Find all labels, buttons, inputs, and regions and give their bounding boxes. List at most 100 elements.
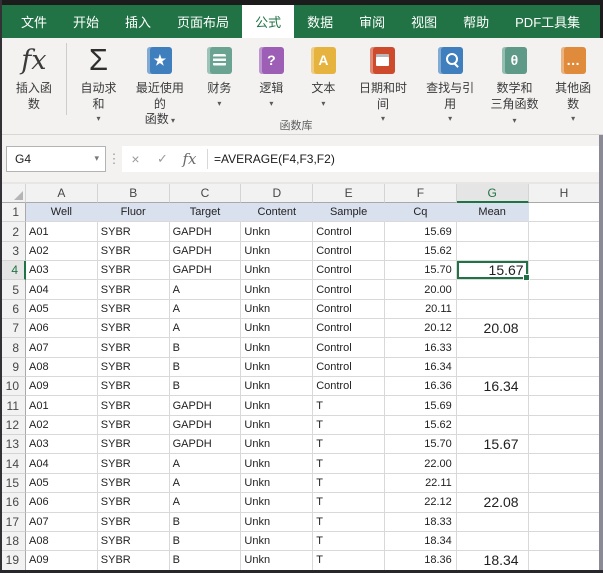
cell-C5[interactable]: A <box>169 280 242 300</box>
logical-button[interactable]: ? 逻辑 ▾ <box>245 41 297 109</box>
tab-PDF工具集[interactable]: PDF工具集 <box>502 5 593 38</box>
cell-H8[interactable] <box>528 338 599 358</box>
cell-B11[interactable]: SYBR <box>97 396 170 416</box>
cell-D13[interactable]: Unkn <box>241 435 314 455</box>
cell-B3[interactable]: SYBR <box>97 241 170 262</box>
cell-C9[interactable]: B <box>169 357 242 378</box>
cell-A15[interactable]: A05 <box>26 473 98 494</box>
cell-C12[interactable]: GAPDH <box>169 415 242 436</box>
cell-C8[interactable]: B <box>169 338 242 358</box>
cell-A16[interactable]: A06 <box>26 493 98 513</box>
cell-C19[interactable]: B <box>169 551 242 571</box>
cell-D8[interactable]: Unkn <box>241 338 314 358</box>
autosum-button[interactable]: Σ 自动求和 ▾ <box>71 41 127 124</box>
cell-B9[interactable]: SYBR <box>97 357 170 378</box>
tab-插入[interactable]: 插入 <box>112 5 164 38</box>
cell-E16[interactable]: T <box>313 493 385 513</box>
cell-H9[interactable] <box>528 357 599 378</box>
cell-F10[interactable]: 16.36 <box>384 377 457 397</box>
more-functions-button[interactable]: … 其他函数 ▾ <box>545 41 601 124</box>
cell-H4[interactable] <box>528 261 599 281</box>
cell-H19[interactable] <box>528 551 599 571</box>
row-header-18[interactable]: 18 <box>2 531 26 552</box>
cell-H12[interactable] <box>528 415 599 436</box>
cell-H11[interactable] <box>528 396 599 416</box>
cell-A4[interactable]: A03 <box>26 261 98 281</box>
cell-C14[interactable]: A <box>169 454 242 474</box>
cell-H10[interactable] <box>528 377 599 397</box>
cell-C3[interactable]: GAPDH <box>169 241 242 262</box>
cell-F18[interactable]: 18.34 <box>384 531 457 552</box>
row-header-16[interactable]: 16 <box>2 493 26 513</box>
cell-E6[interactable]: Control <box>313 299 385 320</box>
cell-G13[interactable]: 15.67 <box>456 435 529 455</box>
insert-function-button[interactable]: fx 插入函数 <box>6 41 62 113</box>
cell-D11[interactable]: Unkn <box>241 396 314 416</box>
cell-D18[interactable]: Unkn <box>241 531 314 552</box>
cell-G19[interactable]: 18.34 <box>456 551 529 571</box>
enter-icon[interactable]: ✓ <box>149 151 176 167</box>
row-header-6[interactable]: 6 <box>2 299 26 320</box>
cell-B4[interactable]: SYBR <box>97 261 170 281</box>
row-header-14[interactable]: 14 <box>2 454 26 474</box>
math-trig-button[interactable]: θ 数学和 三角函数 ▾ <box>484 41 546 129</box>
cell-A2[interactable]: A01 <box>26 222 98 242</box>
fill-handle[interactable] <box>522 274 530 282</box>
cell-D7[interactable]: Unkn <box>241 319 314 339</box>
cell-E15[interactable]: T <box>313 473 385 494</box>
cell-B13[interactable]: SYBR <box>97 435 170 455</box>
cell-B18[interactable]: SYBR <box>97 531 170 552</box>
column-header-H[interactable]: H <box>528 184 599 203</box>
cell-A5[interactable]: A04 <box>26 280 98 300</box>
financial-button[interactable]: 财务 ▾ <box>193 41 245 109</box>
cell-D9[interactable]: Unkn <box>241 357 314 378</box>
cell-D2[interactable]: Unkn <box>241 222 314 242</box>
cell-B6[interactable]: SYBR <box>97 299 170 320</box>
cell-G8[interactable] <box>456 338 529 358</box>
cell-G10[interactable]: 16.34 <box>456 377 529 397</box>
cell-F8[interactable]: 16.33 <box>384 338 457 358</box>
cell-A8[interactable]: A07 <box>26 338 98 358</box>
tab-审阅[interactable]: 审阅 <box>346 5 398 38</box>
row-header-1[interactable]: 1 <box>2 203 26 223</box>
cell-E9[interactable]: Control <box>313 357 385 378</box>
column-header-G[interactable]: G <box>456 184 529 203</box>
cell-D14[interactable]: Unkn <box>241 454 314 474</box>
row-header-19[interactable]: 19 <box>2 551 26 571</box>
cell-F6[interactable]: 20.11 <box>384 299 457 320</box>
cell-A13[interactable]: A03 <box>26 435 98 455</box>
cell-D10[interactable]: Unkn <box>241 377 314 397</box>
cell-E17[interactable]: T <box>313 512 385 532</box>
cell-D1[interactable]: Content <box>241 203 314 223</box>
cell-A3[interactable]: A02 <box>26 241 98 262</box>
cell-B15[interactable]: SYBR <box>97 473 170 494</box>
cell-G2[interactable] <box>456 222 529 242</box>
cell-D15[interactable]: Unkn <box>241 473 314 494</box>
row-header-5[interactable]: 5 <box>2 280 26 300</box>
cell-E4[interactable]: Control <box>313 261 385 281</box>
cell-E13[interactable]: T <box>313 435 385 455</box>
cell-C4[interactable]: GAPDH <box>169 261 242 281</box>
cell-C18[interactable]: B <box>169 531 242 552</box>
row-header-4[interactable]: 4 <box>2 261 26 281</box>
cell-H14[interactable] <box>528 454 599 474</box>
cell-E19[interactable]: T <box>313 551 385 571</box>
cell-G1[interactable]: Mean <box>456 203 529 223</box>
text-button[interactable]: A 文本 ▾ <box>297 41 349 109</box>
cell-B12[interactable]: SYBR <box>97 415 170 436</box>
cell-C10[interactable]: B <box>169 377 242 397</box>
cell-B19[interactable]: SYBR <box>97 551 170 571</box>
row-header-3[interactable]: 3 <box>2 241 26 262</box>
cell-D12[interactable]: Unkn <box>241 415 314 436</box>
cell-D17[interactable]: Unkn <box>241 512 314 532</box>
cell-G7[interactable]: 20.08 <box>456 319 529 339</box>
cell-H3[interactable] <box>528 241 599 262</box>
cell-H13[interactable] <box>528 435 599 455</box>
cell-G17[interactable] <box>456 512 529 532</box>
row-header-12[interactable]: 12 <box>2 415 26 436</box>
cell-F19[interactable]: 18.36 <box>384 551 457 571</box>
date-time-button[interactable]: 日期和时间 ▾ <box>349 41 416 124</box>
cell-F4[interactable]: 15.70 <box>384 261 457 281</box>
tab-页面布局[interactable]: 页面布局 <box>164 5 242 38</box>
row-header-8[interactable]: 8 <box>2 338 26 358</box>
